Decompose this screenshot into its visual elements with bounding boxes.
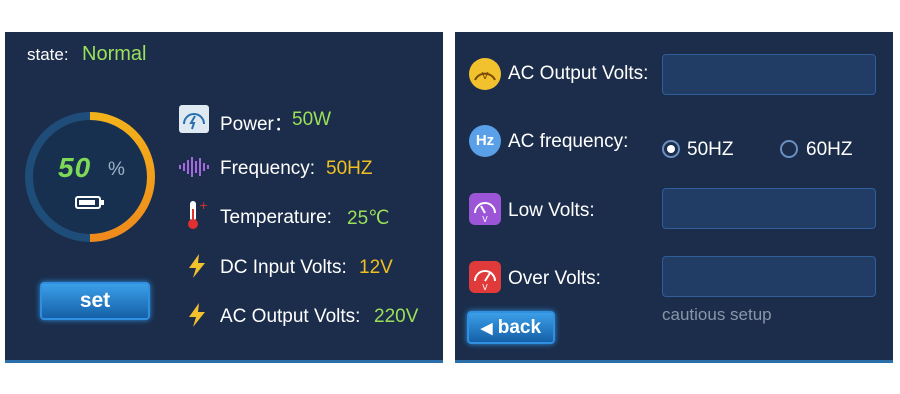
low-volts-icon: V	[469, 193, 501, 225]
temperature-label: Temperature:	[220, 207, 332, 228]
thermometer-icon: +	[186, 199, 210, 236]
lightning-icon	[186, 302, 208, 333]
power-label: Power：	[220, 114, 293, 135]
state-value: Normal	[82, 43, 147, 65]
ac-output-volts-input[interactable]	[662, 54, 876, 95]
option-50hz-label: 50HZ	[687, 139, 734, 160]
panel-divider	[455, 360, 893, 363]
radio-50hz[interactable]	[662, 140, 680, 158]
dc-input-label: DC Input Volts:	[220, 257, 347, 278]
state-label: state:	[27, 45, 69, 64]
hz-icon-text: Hz	[475, 132, 495, 149]
voltmeter-icon: V	[469, 58, 501, 90]
ac-output-value: 220V	[374, 306, 419, 327]
ac-output-label: AC Output Volts:	[220, 306, 361, 327]
back-arrow-icon: ◀	[480, 320, 493, 337]
settings-panel: V AC Output Volts: Hz AC frequency: 50HZ…	[455, 32, 893, 363]
dc-input-value: 12V	[359, 257, 393, 278]
svg-text:V: V	[482, 215, 488, 224]
lightning-icon	[186, 253, 208, 284]
svg-text:+: +	[199, 199, 208, 212]
battery-icon	[75, 196, 104, 209]
gauge-icon	[178, 104, 210, 139]
svg-text:V: V	[482, 283, 488, 292]
low-volts-label: Low Volts:	[508, 200, 595, 221]
cautious-setup-hint: cautious setup	[662, 305, 772, 324]
battery-percent: 50	[58, 152, 92, 183]
ac-frequency-label: AC frequency:	[508, 131, 629, 152]
frequency-label: Frequency:	[220, 158, 316, 179]
over-volts-input[interactable]	[662, 256, 876, 297]
status-panel: state: Normal 50 % set Power： 50W Freque…	[5, 32, 443, 363]
low-volts-input[interactable]	[662, 188, 876, 229]
svg-text:V: V	[482, 71, 489, 82]
frequency-value: 50HZ	[326, 158, 373, 179]
hz-icon: Hz	[469, 125, 501, 157]
back-button[interactable]: ◀ back	[467, 311, 555, 344]
percent-sign: %	[108, 159, 125, 180]
radio-60hz[interactable]	[780, 140, 798, 158]
panel-divider	[5, 360, 443, 363]
set-button[interactable]: set	[40, 282, 150, 320]
waveform-icon	[178, 155, 212, 184]
option-60hz-label: 60HZ	[806, 139, 853, 160]
over-volts-icon: V	[469, 261, 501, 293]
temperature-value: 25℃	[347, 208, 390, 229]
over-volts-label: Over Volts:	[508, 268, 601, 289]
ac-output-setting-label: AC Output Volts:	[508, 63, 649, 84]
power-value: 50W	[292, 109, 332, 130]
back-button-label: back	[497, 317, 542, 338]
